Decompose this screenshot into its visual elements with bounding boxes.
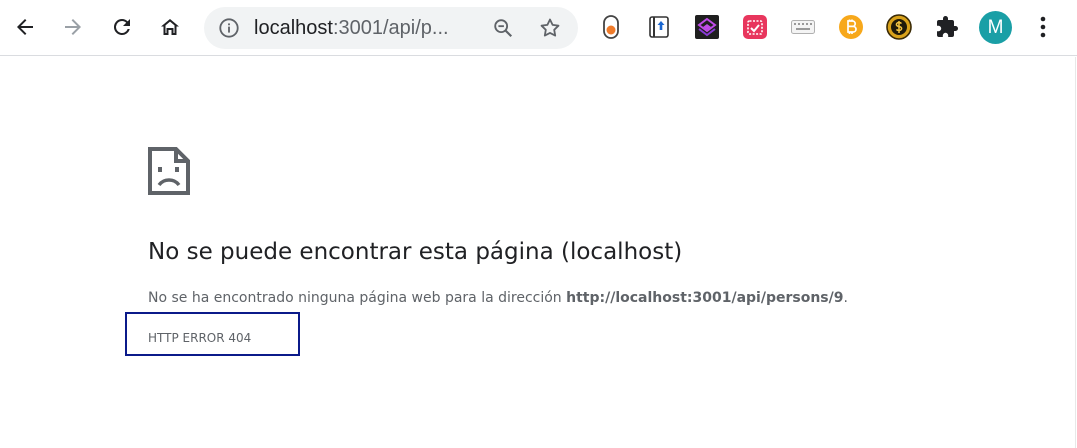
sad-page-icon <box>148 147 190 195</box>
error-url: http://localhost:3001/api/persons/9 <box>566 290 844 306</box>
coin-extension-icon[interactable] <box>886 14 912 40</box>
error-title: No se puede encontrar esta página (local… <box>148 239 683 265</box>
error-code: HTTP ERROR 404 <box>148 331 252 345</box>
keyboard-extension-icon[interactable] <box>790 14 816 40</box>
reload-icon <box>113 18 130 35</box>
error-description-end: . <box>843 290 848 306</box>
calendar-check-extension-icon[interactable] <box>742 14 768 40</box>
more-vert-icon[interactable] <box>1032 14 1054 40</box>
url-text[interactable]: localhost:3001/api/p... <box>254 16 484 40</box>
address-bar[interactable]: localhost:3001/api/p... <box>204 7 578 49</box>
info-icon[interactable] <box>218 17 240 39</box>
profile-avatar[interactable]: M <box>979 11 1012 44</box>
forward-button[interactable] <box>56 10 90 44</box>
home-icon <box>161 19 179 35</box>
url-host: localhost <box>254 17 333 39</box>
toggle-extension-icon[interactable] <box>598 14 624 40</box>
book-upload-extension-icon[interactable] <box>646 14 672 40</box>
arrow-back-icon <box>17 19 33 35</box>
arrow-forward-icon <box>65 19 81 35</box>
puzzle-extension-icon[interactable] <box>934 14 960 40</box>
error-description: No se ha encontrado ninguna página web p… <box>148 288 928 308</box>
browser-toolbar: localhost:3001/api/p... M <box>0 0 1077 56</box>
layers-extension-icon[interactable] <box>694 14 720 40</box>
star-icon[interactable] <box>538 16 562 40</box>
zoom-out-icon[interactable] <box>492 17 514 39</box>
back-button[interactable] <box>8 10 42 44</box>
error-description-text: No se ha encontrado ninguna página web p… <box>148 290 567 306</box>
bitcoin-extension-icon[interactable] <box>838 14 864 40</box>
url-rest: :3001/api/p... <box>332 17 449 39</box>
home-button[interactable] <box>153 10 187 44</box>
reload-button[interactable] <box>105 10 139 44</box>
scrollbar-edge <box>1075 57 1076 448</box>
avatar-letter: M <box>987 16 1004 38</box>
